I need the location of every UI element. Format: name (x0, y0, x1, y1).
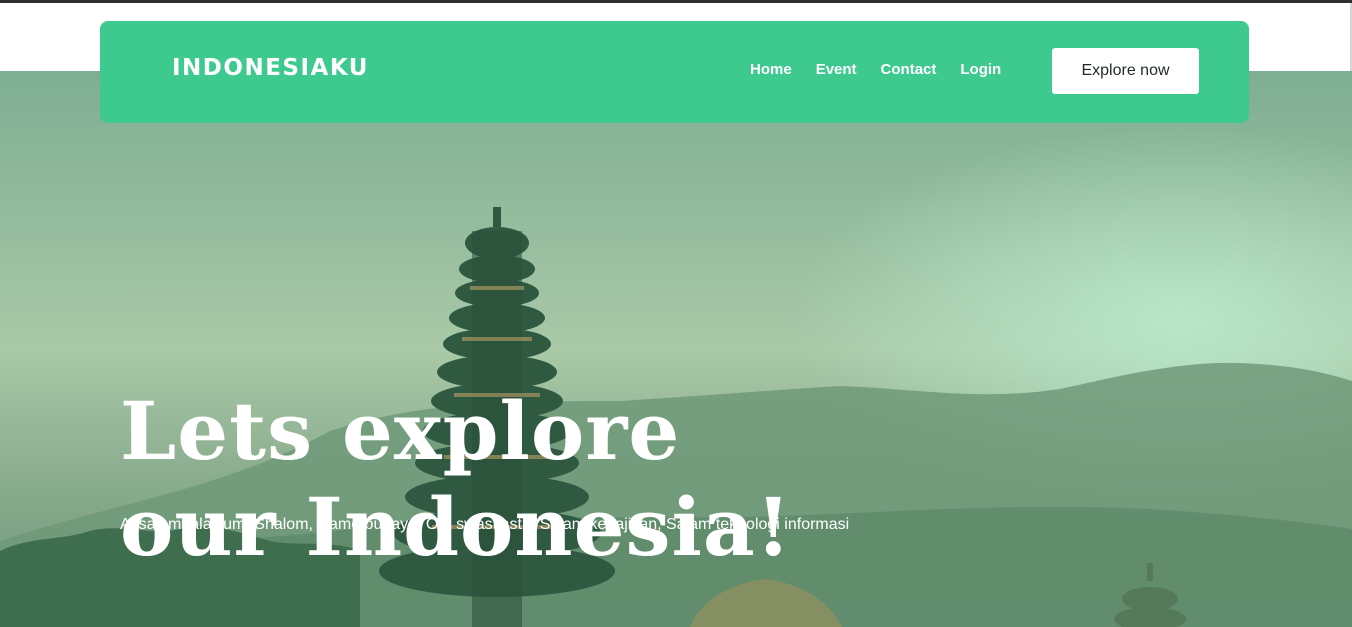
nav-link-contact[interactable]: Contact (881, 61, 937, 78)
nav-link-event[interactable]: Event (816, 61, 857, 78)
top-navbar: INDONESIAKU Home Event Contact Login Exp… (100, 21, 1249, 123)
hero-headline-line-1: Lets explore (120, 384, 681, 478)
nav-link-home[interactable]: Home (750, 61, 792, 78)
explore-now-button[interactable]: Explore now (1052, 48, 1199, 94)
window-top-border (0, 0, 1352, 3)
hero-section: Lets explore our Indonesia! (0, 71, 1352, 627)
site-logo[interactable]: INDONESIAKU (172, 55, 369, 81)
hero-subtitle: Assalamualaikum, Shalom, Namo budaya, Om… (120, 516, 850, 533)
hero-headline: Lets explore our Indonesia! (120, 383, 792, 575)
nav-links: Home Event Contact Login (750, 61, 1001, 78)
nav-link-login[interactable]: Login (960, 61, 1001, 78)
